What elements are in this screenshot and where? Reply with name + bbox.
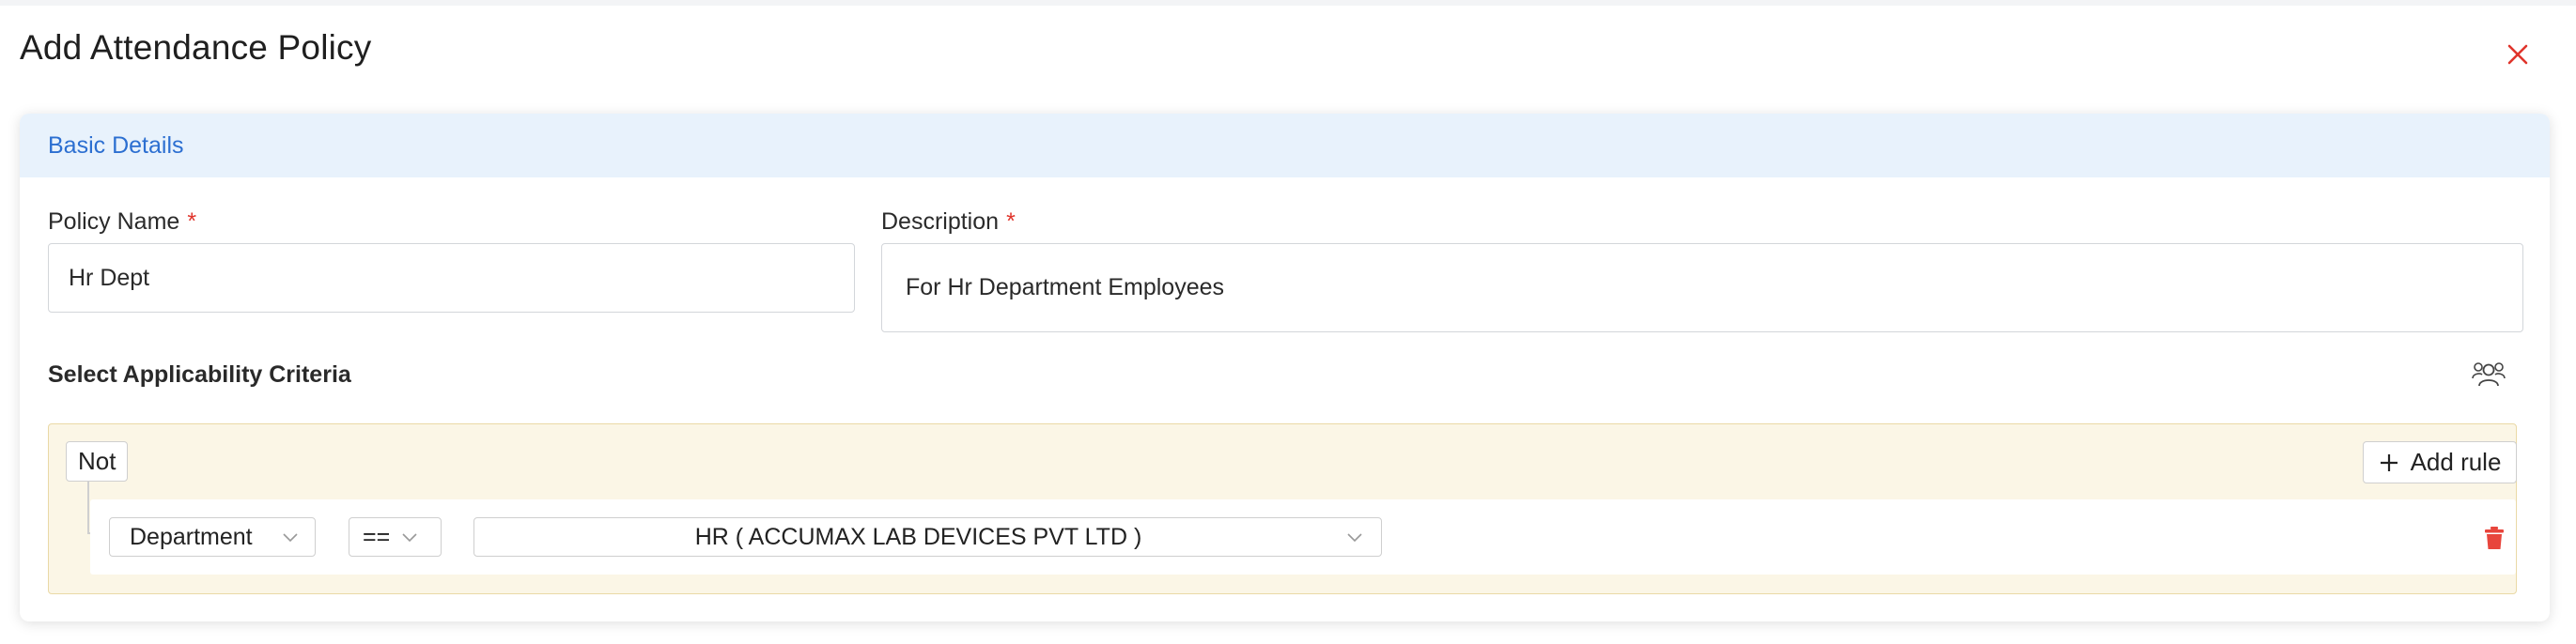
close-button[interactable]	[2503, 39, 2533, 69]
description-value: For Hr Department Employees	[906, 274, 1225, 300]
required-mark: *	[1006, 208, 1016, 235]
card-header: Basic Details	[20, 114, 2550, 177]
required-mark: *	[187, 208, 197, 235]
operator-select-value: ==	[363, 523, 391, 550]
top-divider	[0, 0, 2576, 6]
close-icon	[2507, 44, 2528, 65]
trash-icon[interactable]	[2484, 526, 2505, 550]
policy-name-label-text: Policy Name	[48, 208, 180, 235]
rule-group: Not Add rule Department == HR (ACCUMAX …	[48, 423, 2517, 594]
rule-row: Department == HR ( ACCUMAX LAB DEVICES P…	[90, 499, 2516, 575]
users-group-icon[interactable]	[2472, 360, 2506, 390]
description-label-text: Description	[881, 208, 1000, 235]
add-rule-button[interactable]: Add rule	[2363, 441, 2517, 483]
policy-name-label: Policy Name *	[48, 208, 196, 236]
applicability-criteria-title: Select Applicability Criteria	[48, 361, 351, 388]
description-input[interactable]: For Hr Department Employees	[881, 243, 2523, 332]
not-toggle-button[interactable]: Not	[66, 441, 129, 482]
policy-name-value: Hr Dept	[69, 264, 150, 291]
basic-details-card: Basic Details Policy Name * Hr Dept Descr…	[20, 114, 2550, 621]
value-select[interactable]: HR ( ACCUMAX LAB DEVICES PVT LTD )	[473, 517, 1382, 557]
card-header-label: Basic Details	[48, 132, 184, 159]
field-select[interactable]: Department	[109, 517, 316, 557]
chevron-down-icon	[283, 533, 298, 543]
value-select-value: HR ( ACCUMAX LAB DEVICES PVT LTD )	[694, 523, 1142, 550]
chevron-down-icon	[402, 533, 417, 543]
plus-icon	[2380, 453, 2398, 471]
chevron-down-icon	[1347, 533, 1362, 543]
field-select-value: Department	[130, 523, 253, 550]
policy-name-input[interactable]: Hr Dept	[48, 243, 855, 313]
operator-select[interactable]: ==	[349, 517, 442, 557]
add-rule-label: Add rule	[2410, 448, 2502, 476]
modal-title: Add Attendance Policy	[20, 28, 372, 67]
description-label: Description *	[881, 208, 1016, 236]
